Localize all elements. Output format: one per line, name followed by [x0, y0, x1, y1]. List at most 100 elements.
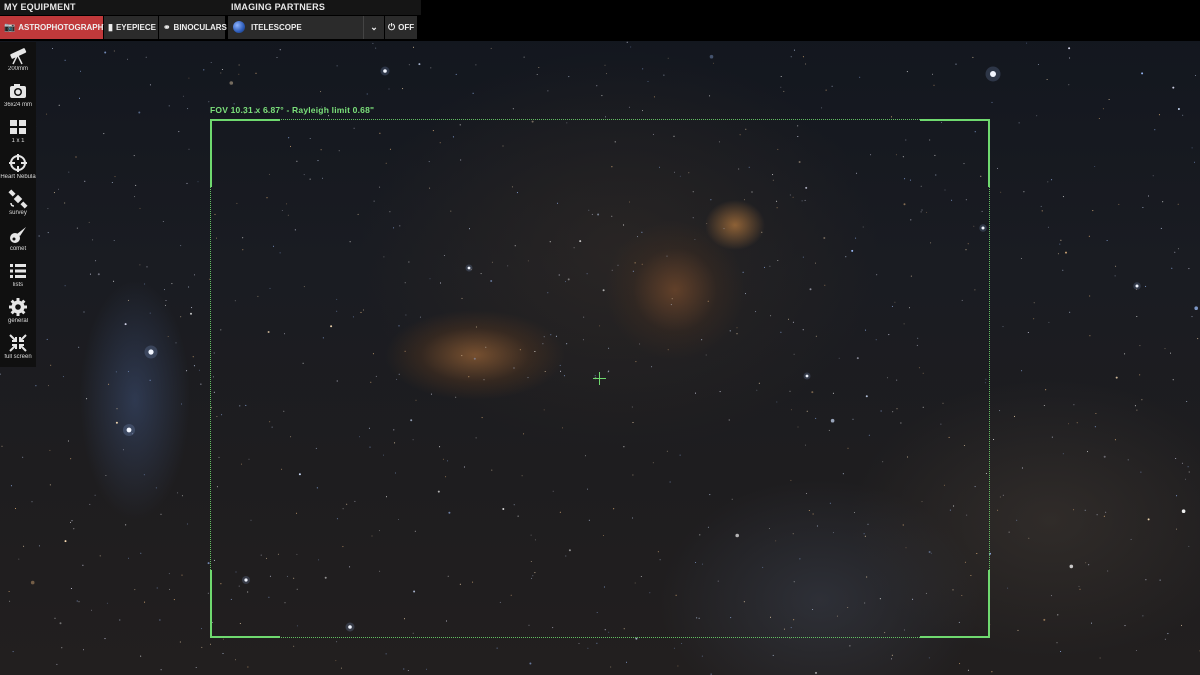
star — [59, 622, 62, 625]
star — [173, 599, 175, 601]
star — [1102, 108, 1104, 110]
star — [1171, 267, 1173, 269]
star — [164, 289, 165, 291]
star — [181, 495, 183, 497]
star — [70, 521, 71, 523]
star — [1073, 509, 1075, 511]
imaging-partner-select[interactable]: ITELESCOPE ⌄ — [228, 16, 384, 39]
sidebar-item-survey[interactable]: survey — [0, 186, 36, 222]
partner-off-button[interactable]: ⏻ OFF — [385, 16, 417, 39]
star — [1172, 86, 1175, 89]
star — [293, 645, 295, 647]
fov-corner-tr — [920, 119, 990, 187]
star — [1176, 528, 1177, 530]
star — [710, 673, 712, 675]
star — [165, 300, 167, 301]
tab-eyepiece[interactable]: ▮ EYEPIECE — [104, 16, 158, 39]
star — [9, 600, 11, 602]
star — [496, 647, 498, 649]
star — [162, 221, 164, 222]
star — [186, 182, 188, 184]
star — [88, 221, 90, 223]
star — [62, 376, 64, 378]
sidebar-item-camera[interactable]: 36x24 mm — [0, 78, 36, 114]
star — [1118, 203, 1120, 205]
star — [47, 232, 49, 234]
star — [186, 370, 188, 372]
star — [1170, 352, 1171, 354]
star — [127, 371, 129, 373]
star — [64, 59, 66, 61]
sidebar-item-telescope[interactable]: 200mm — [0, 42, 36, 78]
tab-astrophotography[interactable]: 📷 ASTROPHOTOGRAPHY — [0, 16, 109, 39]
star — [859, 76, 861, 78]
sidebar-item-fullscreen[interactable]: full screen — [0, 330, 36, 366]
star — [235, 659, 236, 661]
star — [1036, 115, 1038, 117]
star — [1078, 585, 1080, 587]
star — [58, 188, 59, 190]
star — [1152, 175, 1154, 177]
star — [933, 84, 935, 86]
star — [407, 670, 409, 671]
star — [1043, 618, 1046, 621]
star — [991, 671, 993, 673]
star — [192, 356, 194, 358]
star — [15, 508, 16, 509]
star — [606, 73, 607, 75]
star — [335, 660, 337, 662]
star — [1028, 537, 1030, 539]
star — [145, 56, 147, 58]
star — [222, 653, 224, 654]
star — [0, 373, 1, 375]
star — [596, 642, 598, 644]
tab-binoculars[interactable]: ⚭ BINOCULARS — [159, 16, 227, 39]
star — [210, 643, 211, 645]
star — [168, 105, 170, 107]
star — [221, 69, 223, 70]
star — [1103, 515, 1105, 517]
star — [70, 588, 72, 589]
star — [1194, 306, 1198, 311]
star — [64, 202, 66, 204]
chevron-down-icon[interactable]: ⌄ — [363, 16, 384, 39]
star — [115, 371, 117, 373]
star — [105, 475, 107, 476]
sidebar-item-target[interactable]: Heart Nebula — [0, 150, 36, 186]
sidebar-item-comet[interactable]: comet — [0, 222, 36, 258]
star — [1164, 638, 1166, 640]
star — [1047, 226, 1049, 228]
star — [578, 643, 580, 644]
star — [1045, 389, 1047, 391]
star — [8, 591, 10, 592]
star — [125, 524, 127, 526]
star — [47, 208, 49, 210]
star — [1023, 191, 1025, 193]
star — [193, 365, 195, 367]
sidebar-item-lists[interactable]: lists — [0, 258, 36, 294]
star — [1127, 459, 1129, 461]
star — [1051, 436, 1053, 438]
star — [169, 588, 171, 590]
sidebar-item-general[interactable]: general — [0, 294, 36, 330]
star — [56, 663, 58, 665]
star — [402, 88, 404, 90]
mosaic-grid-icon — [10, 120, 26, 134]
star — [1197, 338, 1199, 340]
star — [802, 56, 804, 58]
star — [135, 184, 137, 186]
star — [1114, 275, 1116, 277]
star — [207, 592, 209, 594]
star — [1057, 253, 1059, 255]
star — [198, 369, 200, 371]
star — [155, 487, 157, 489]
star — [642, 68, 644, 70]
star — [1087, 451, 1088, 453]
sidebar-item-mosaic[interactable]: 1 x 1 — [0, 114, 36, 150]
star — [255, 72, 257, 74]
star — [38, 235, 40, 237]
star — [490, 47, 492, 49]
star — [1108, 99, 1110, 100]
star — [1172, 379, 1174, 381]
star — [80, 70, 81, 72]
